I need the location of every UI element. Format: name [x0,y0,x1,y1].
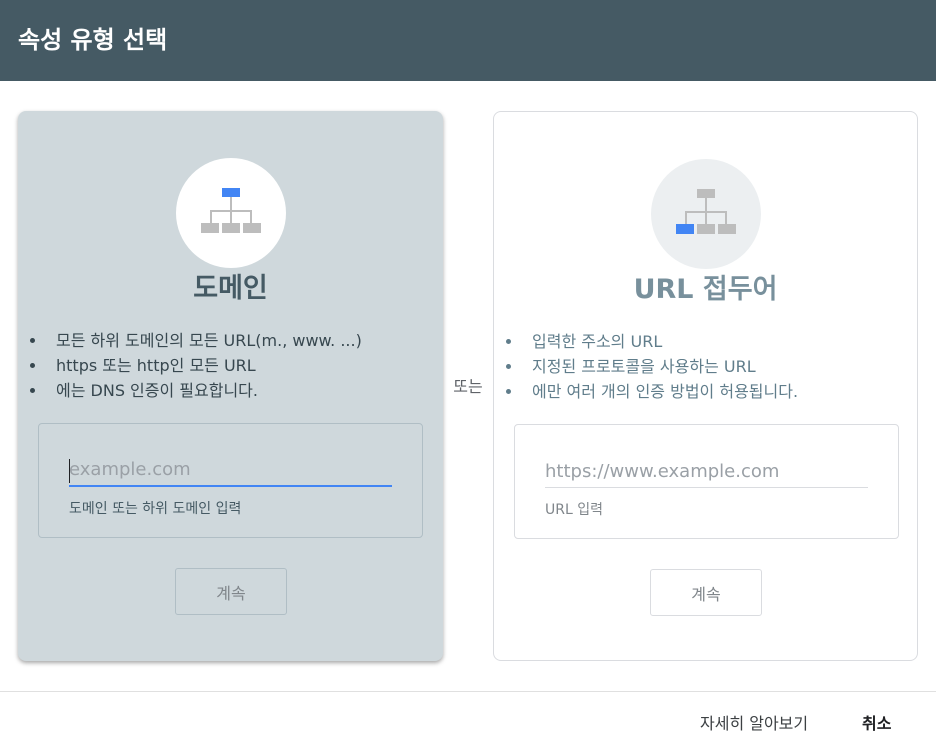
footer-divider [0,691,936,692]
domain-input-box: 도메인 또는 하위 도메인 입력 [38,423,423,538]
domain-bullet-list: 모든 하위 도메인의 모든 URL(m., www. ...) https 또는… [30,328,362,403]
domain-continue-button[interactable]: 계속 [175,568,287,615]
learn-more-button[interactable]: 자세히 알아보기 [700,712,808,736]
url-input-help: URL 입력 [545,502,603,518]
url-input-box: URL 입력 [514,424,899,539]
url-icon-circle [651,159,761,269]
sitemap-leaf-highlighted-icon [676,189,736,234]
url-bullet: 입력한 주소의 URL [505,329,798,354]
domain-card-title: 도메인 [193,273,268,304]
cancel-button[interactable]: 취소 [862,712,891,736]
domain-bullet: 에는 DNS 인증이 필요합니다. [30,378,362,403]
domain-bullet: 모든 하위 도메인의 모든 URL(m., www. ...) [30,328,362,353]
url-prefix-card[interactable]: URL 접두어 입력한 주소의 URL 지정된 프로토콜을 사용하는 URL 에… [493,111,918,661]
url-input[interactable] [545,455,868,488]
text-caret [69,459,70,483]
sitemap-root-highlighted-icon [201,188,261,233]
dialog-title: 속성 유형 선택 [18,26,168,54]
url-bullet-list: 입력한 주소의 URL 지정된 프로토콜을 사용하는 URL 에만 여러 개의 … [505,329,798,404]
domain-input[interactable] [69,454,392,487]
or-separator: 또는 [453,377,483,396]
domain-input-help: 도메인 또는 하위 도메인 입력 [69,501,242,517]
url-continue-button[interactable]: 계속 [650,569,762,616]
domain-bullet: https 또는 http인 모든 URL [30,353,362,378]
url-bullet: 에만 여러 개의 인증 방법이 허용됩니다. [505,379,798,404]
domain-icon-circle [176,158,286,268]
domain-card[interactable]: 도메인 모든 하위 도메인의 모든 URL(m., www. ...) http… [18,111,443,661]
url-bullet: 지정된 프로토콜을 사용하는 URL [505,354,798,379]
dialog-header: 속성 유형 선택 [0,0,936,81]
url-card-title: URL 접두어 [633,274,778,305]
